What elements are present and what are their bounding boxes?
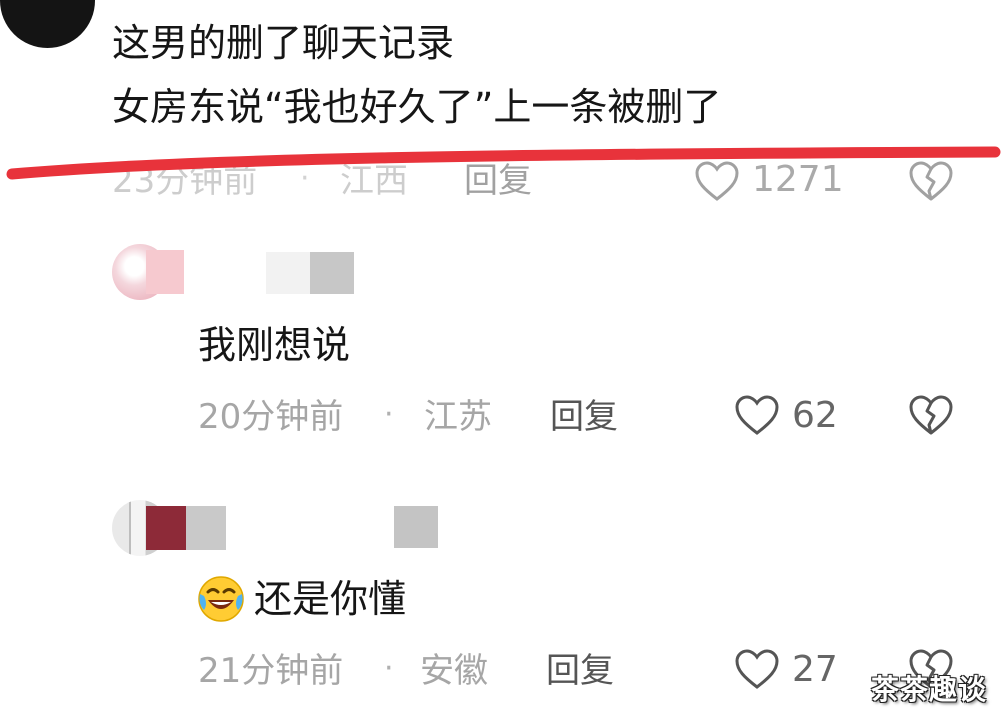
censored-username-part (266, 252, 312, 294)
comment-line-1: 这男的删了聊天记录 (112, 21, 455, 65)
reply-button[interactable]: 回复 (546, 654, 614, 688)
reply-2-meta: 21分钟前 · 安徽 回复 27 (198, 648, 988, 694)
like-count: 62 (792, 395, 838, 436)
separator-dot: · (384, 397, 394, 432)
comment-location: 江西 (340, 161, 408, 201)
censored-username-part (186, 506, 226, 550)
reply-button[interactable]: 回复 (550, 400, 618, 434)
like-count: 1271 (752, 159, 844, 200)
like-button[interactable] (734, 394, 780, 440)
separator-dot: · (300, 161, 310, 196)
avatar-top[interactable] (0, 0, 95, 48)
like-button[interactable] (734, 648, 780, 694)
separator-dot: · (384, 651, 394, 686)
comment-location: 安徽 (420, 651, 488, 691)
watermark: 茶茶趣谈 (870, 673, 987, 706)
like-count: 27 (792, 649, 838, 690)
censored-username (146, 250, 184, 294)
comment-time: 20分钟前 (198, 397, 344, 437)
dislike-button[interactable] (908, 160, 954, 206)
comment-time: 21分钟前 (198, 651, 344, 691)
like-button[interactable] (694, 160, 740, 206)
reply-1-text: 我刚想说 (198, 323, 351, 367)
heart-icon (735, 395, 779, 435)
dislike-button[interactable] (908, 394, 954, 440)
censored-username-part (394, 506, 438, 548)
reply-2-text: 还是你懂 (254, 577, 407, 621)
comment-time: 23分钟前 (112, 161, 258, 201)
heart-icon (695, 161, 739, 201)
laughing-tears-emoji-icon (196, 574, 246, 624)
reply-1-meta: 20分钟前 · 江苏 回复 62 (198, 394, 988, 440)
censored-username (146, 506, 186, 550)
comment-location: 江苏 (424, 397, 492, 437)
censored-username-part (310, 252, 354, 294)
broken-heart-icon (909, 395, 953, 435)
heart-icon (735, 649, 779, 689)
comment-line-2: 女房东说“我也好久了”上一条被删了 (112, 85, 722, 129)
broken-heart-icon (909, 161, 953, 201)
reply-button[interactable]: 回复 (464, 164, 532, 198)
top-comment-meta: 23分钟前 · 江西 回复 1271 (112, 160, 992, 204)
